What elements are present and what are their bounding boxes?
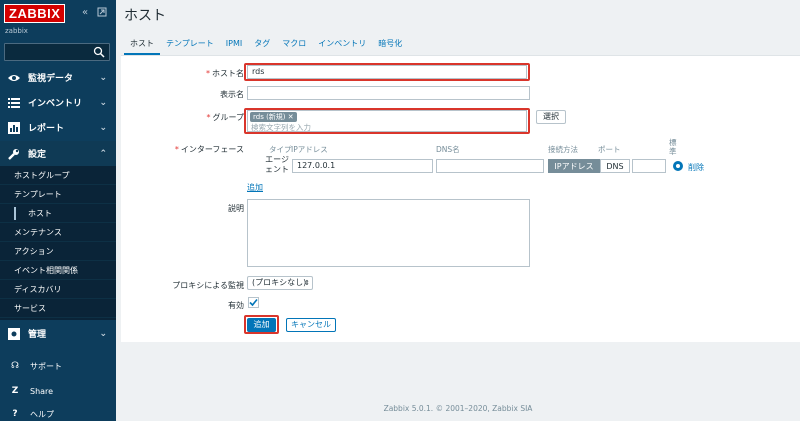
page-title: ホスト [124,8,166,24]
menu-inventory[interactable]: インベントリ ⌄ [0,90,116,115]
sidebar-search-input[interactable] [4,43,110,61]
menu-configuration[interactable]: 設定 ⌃ [0,141,116,166]
submenu-discovery[interactable]: ディスカバリ [0,280,116,299]
col-port: ポート [598,145,621,154]
visible-name-input[interactable] [247,86,530,100]
proxy-label: プロキシによる監視 [172,281,244,290]
group-chip: rds (新規) ✕ [250,112,297,122]
zabbix-logo[interactable]: ZABBIX [4,4,66,23]
default-radio[interactable] [673,161,683,171]
search-icon[interactable] [93,46,105,58]
col-type: タイプ [269,145,292,154]
submenu-maintenance[interactable]: メンテナンス [0,223,116,242]
connect-ip-toggle[interactable]: IPアドレス [548,159,600,173]
chevron-down-icon: ⌄ [99,98,107,108]
headset-icon: ☊ [11,361,19,371]
enabled-label: 有効 [228,301,244,310]
chevron-down-icon: ⌄ [99,73,107,83]
help-icon: ? [12,409,18,419]
submenu-hosts[interactable]: ホスト [0,204,116,223]
description-label: 説明 [228,204,244,213]
menu-administration[interactable]: 管理 ⌄ [0,321,116,346]
enabled-checkbox[interactable] [248,297,259,308]
chevron-up-icon: ⌃ [99,149,107,159]
submenu-event-correlation[interactable]: イベント相関関係 [0,261,116,280]
add-interface-link[interactable]: 追加 [247,182,263,193]
list-icon [7,96,21,110]
tab-encryption[interactable]: 暗号化 [372,37,408,55]
add-button[interactable]: 追加 [247,318,276,332]
eye-icon [7,71,21,85]
description-textarea[interactable] [247,199,530,267]
remove-interface-link[interactable]: 削除 [688,162,704,173]
collapse-sidebar-icon[interactable]: « [82,7,88,19]
check-icon [249,298,258,307]
iface-port-input[interactable] [632,159,666,173]
window-frame: ZABBIX « zabbix 監視データ ⌄ インベントリ ⌄ レポート ⌄ … [0,0,800,421]
chevron-down-icon: ⌄ [99,123,107,133]
menu-reports[interactable]: レポート ⌄ [0,115,116,140]
remove-chip-icon[interactable]: ✕ [288,113,294,121]
col-dns: DNS名 [436,145,460,154]
host-form: * ホスト名 rds 表示名 * グループ rds (新規) ✕ 検索文字列を入力 … [121,55,800,342]
iface-type-agent: エージ ェント [265,155,289,174]
proxy-select[interactable]: (プロキシなし) ⇕ [247,276,313,290]
share-icon: Z [11,386,19,396]
interfaces-label: * インターフェース [174,145,244,154]
iface-dns-input[interactable] [436,159,544,173]
menu-label: 設定 [28,150,47,160]
menu-monitoring[interactable]: 監視データ ⌄ [0,65,116,90]
groups-multiselect[interactable]: rds (新規) ✕ 検索文字列を入力 [247,110,527,132]
configuration-submenu: ホストグループ テンプレート ホスト メンテナンス アクション イベント相関関係… [0,166,116,320]
sidebar: ZABBIX « zabbix 監視データ ⌄ インベントリ ⌄ レポート ⌄ … [0,0,116,421]
share-link[interactable]: Z Share [0,381,116,401]
tab-tags[interactable]: タグ [248,37,276,55]
col-default: 標準 [669,138,677,156]
col-connect: 接続方法 [548,145,578,154]
iface-ip-input[interactable]: 127.0.0.1 [292,159,433,173]
main-content: ホスト ホスト テンプレート IPMI タグ マクロ インベントリ 暗号化 * ホ… [116,0,800,421]
host-name-label: * ホスト名 [206,69,244,78]
submenu-host-groups[interactable]: ホストグループ [0,166,116,185]
col-ip: IPアドレス [291,145,328,154]
host-name-input[interactable]: rds [247,65,527,79]
submenu-services[interactable]: サービス [0,299,116,318]
footer-copyright: Zabbix 5.0.1. © 2001–2020, Zabbix SIA [383,404,533,413]
share-label: Share [30,386,54,396]
menu-label: 管理 [28,330,47,340]
help-label: ヘルプ [30,409,54,419]
select-groups-button[interactable]: 選択 [536,110,566,124]
tab-ipmi[interactable]: IPMI [220,37,248,55]
menu-label: インベントリ [28,99,83,109]
support-link[interactable]: ☊ サポート [0,356,116,376]
tab-templates[interactable]: テンプレート [160,37,220,55]
tab-inventory[interactable]: インベントリ [312,37,372,55]
menu-label: 監視データ [28,74,74,84]
connect-dns-toggle[interactable]: DNS [600,159,630,173]
select-arrows-icon: ⇕ [304,279,310,287]
server-name: zabbix [5,27,28,35]
groups-label: * グループ [206,113,244,122]
form-tabs: ホスト テンプレート IPMI タグ マクロ インベントリ 暗号化 [124,37,408,55]
tab-macros[interactable]: マクロ [276,37,312,55]
bar-chart-icon [7,121,21,135]
cancel-button[interactable]: キャンセル [286,318,336,332]
gear-icon [7,327,21,341]
visible-name-label: 表示名 [220,90,244,99]
support-label: サポート [30,361,62,371]
group-search-placeholder: 検索文字列を入力 [251,123,311,132]
kiosk-mode-icon[interactable] [97,7,107,21]
wrench-icon [7,147,21,161]
submenu-templates[interactable]: テンプレート [0,185,116,204]
submenu-actions[interactable]: アクション [0,242,116,261]
help-link[interactable]: ? ヘルプ [0,404,116,421]
chevron-down-icon: ⌄ [99,329,107,339]
tab-host[interactable]: ホスト [124,37,160,55]
menu-label: レポート [28,124,65,134]
